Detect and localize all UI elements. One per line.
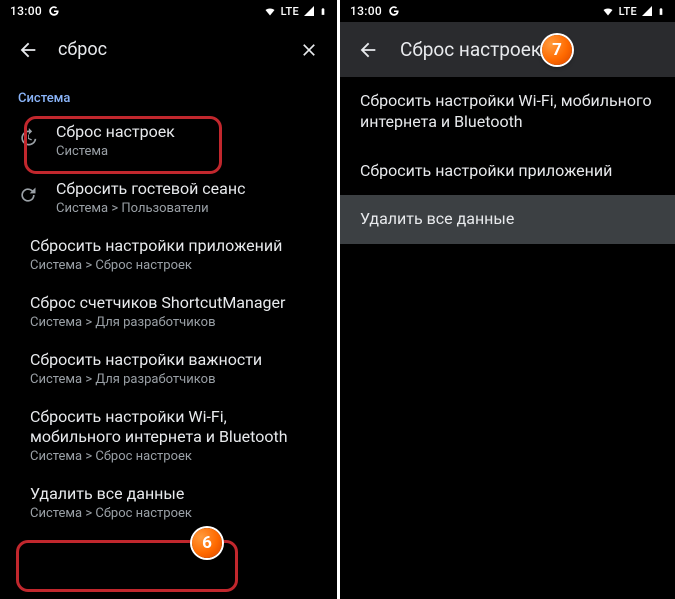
step-badge-7: 7: [542, 35, 572, 65]
google-icon: [48, 5, 60, 17]
network-label: LTE: [619, 5, 637, 18]
result-row-reset-settings[interactable]: Сброс настроек Система: [0, 110, 337, 169]
erase-all-option[interactable]: Удалить все данные: [340, 195, 675, 244]
result-sub: Система > Сброс настроек: [30, 506, 192, 521]
search-bar: сброс: [0, 22, 337, 77]
status-bar: 13:00 LTE: [0, 0, 337, 22]
status-bar: 13:00 LTE: [340, 0, 675, 22]
network-label: LTE: [281, 5, 299, 18]
result-row-shortcut[interactable]: Сброс счетчиков ShortcutManager Система …: [0, 283, 337, 340]
result-sub: Система: [56, 144, 175, 159]
result-title: Сбросить настройки Wi-Fi, мобильного инт…: [30, 407, 317, 447]
result-title: Сбросить гостевой сеанс: [56, 179, 245, 199]
section-header: Система: [0, 77, 337, 110]
result-title: Сбросить настройки приложений: [30, 236, 282, 256]
result-sub: Система > Сброс настроек: [30, 258, 282, 273]
result-row-guest[interactable]: Сбросить гостевой сеанс Система > Пользо…: [0, 169, 337, 226]
result-title: Сброс счетчиков ShortcutManager: [30, 293, 285, 313]
result-row-wifi[interactable]: Сбросить настройки Wi-Fi, мобильного инт…: [0, 397, 337, 474]
google-icon: [388, 5, 400, 17]
reset-wifi-option[interactable]: Сбросить настройки Wi-Fi, мобильного инт…: [340, 77, 675, 147]
signal-icon: [303, 5, 315, 17]
result-sub: Система > Для разработчиков: [30, 372, 262, 387]
result-title: Сбросить настройки важности: [30, 350, 262, 370]
battery-icon: [319, 5, 327, 18]
result-sub: Система > Пользователи: [56, 201, 245, 216]
status-time: 13:00: [350, 4, 382, 18]
page-title: Сброс настроек: [400, 38, 541, 61]
reset-apps-option[interactable]: Сбросить настройки приложений: [340, 147, 675, 196]
app-bar: Сброс настроек: [340, 22, 675, 77]
battery-icon: [657, 5, 665, 18]
signal-icon: [641, 5, 653, 17]
phone-reset-screen: 13:00 LTE Сброс: [340, 0, 675, 599]
back-button[interactable]: [346, 28, 390, 72]
step-badge-6: 6: [192, 528, 222, 558]
history-icon: [14, 124, 42, 152]
refresh-icon: [14, 181, 42, 209]
result-sub: Система > Для разработчиков: [30, 315, 285, 330]
result-title: Сброс настроек: [56, 122, 175, 142]
wifi-icon: [601, 5, 615, 17]
clear-button[interactable]: [287, 28, 331, 72]
result-row-app-prefs[interactable]: Сбросить настройки приложений Система > …: [0, 226, 337, 283]
back-button[interactable]: [6, 28, 50, 72]
result-sub: Система > Сброс настроек: [30, 449, 317, 464]
result-row-erase-all[interactable]: Удалить все данные Система > Сброс настр…: [0, 474, 337, 535]
result-title: Удалить все данные: [30, 484, 192, 504]
status-time: 13:00: [10, 4, 42, 18]
phone-search-screen: 13:00 LTE: [0, 0, 337, 599]
result-row-importance[interactable]: Сбросить настройки важности Система > Дл…: [0, 340, 337, 397]
search-input[interactable]: сброс: [54, 39, 283, 60]
wifi-icon: [263, 5, 277, 17]
